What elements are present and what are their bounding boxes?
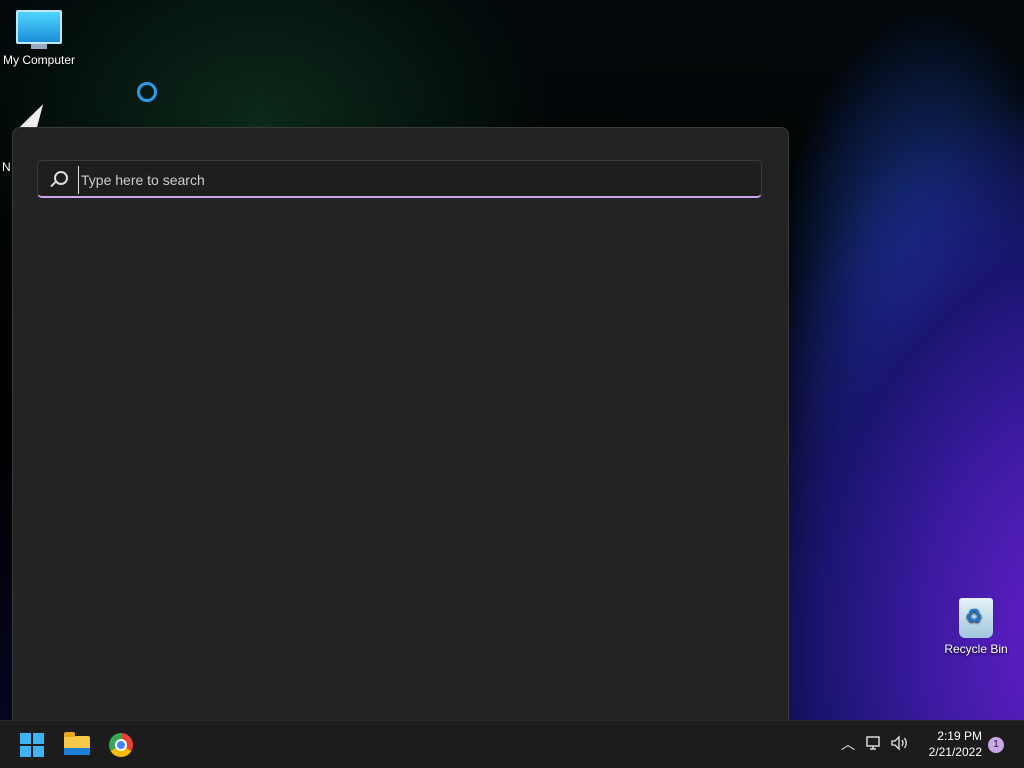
my-computer-icon [16, 10, 62, 44]
network-icon[interactable] [864, 735, 884, 755]
start-button[interactable] [16, 729, 48, 761]
windows-logo-icon [20, 733, 44, 757]
clock-date: 2/21/2022 [928, 745, 982, 759]
chrome-icon [109, 733, 133, 757]
volume-icon[interactable] [890, 735, 910, 755]
show-hidden-icons-chevron-up-icon[interactable]: ︿ [838, 735, 858, 755]
desktop-icon-my-computer[interactable]: My Computer [0, 10, 78, 67]
system-clock[interactable]: 2:19 PM 2/21/2022 [912, 728, 982, 760]
search-input[interactable] [78, 166, 753, 194]
desktop-icon-shortcut[interactable]: N [0, 104, 70, 174]
desktop-icon-recycle-bin[interactable]: Recycle Bin [940, 598, 1012, 656]
taskbar: ︿ 2:19 PM 2/21/2022 1 [0, 720, 1024, 768]
shortcut-triangle-icon [18, 104, 44, 128]
desktop-icon-label: N [2, 160, 11, 174]
clock-time: 2:19 PM [937, 729, 982, 743]
search-panel [12, 127, 789, 729]
search-icon [54, 171, 68, 185]
chrome-button[interactable] [105, 729, 137, 761]
desktop-icon-label: My Computer [2, 53, 76, 67]
folder-icon [64, 732, 90, 755]
loading-spinner-icon [137, 82, 157, 102]
recycle-bin-icon [959, 598, 993, 638]
desktop-icon-label: Recycle Bin [944, 642, 1008, 656]
file-explorer-button[interactable] [61, 729, 93, 761]
notification-badge[interactable]: 1 [988, 737, 1004, 753]
search-box[interactable] [37, 160, 762, 198]
